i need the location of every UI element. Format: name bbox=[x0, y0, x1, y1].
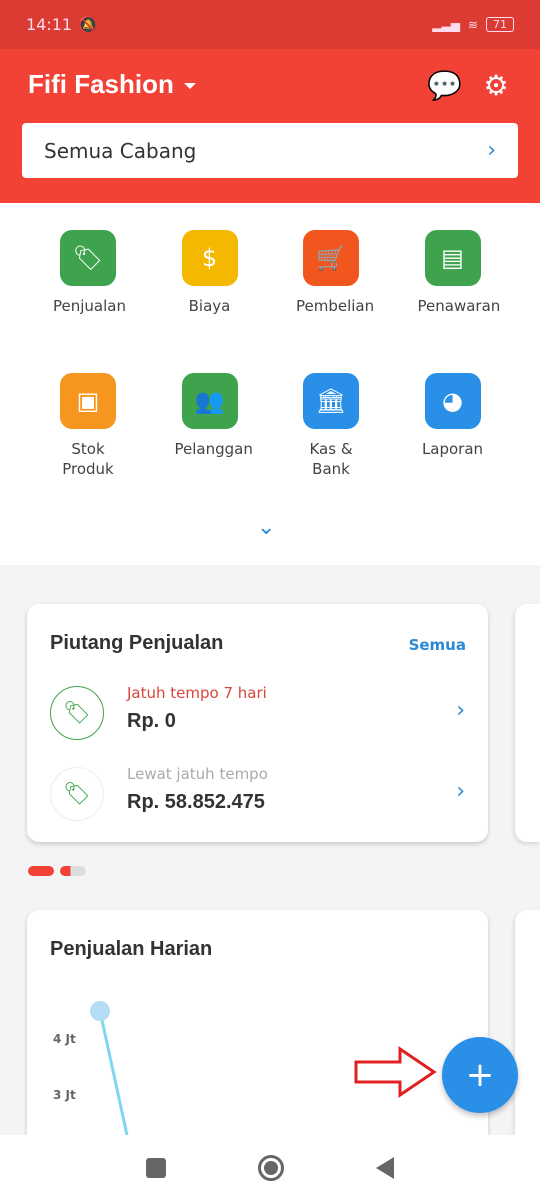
document-rp-icon: ▤ bbox=[424, 230, 481, 286]
branch-selector[interactable]: Semua Cabang › bbox=[22, 123, 518, 178]
gear-icon[interactable]: ⚙ bbox=[481, 71, 511, 101]
chevron-right-icon: › bbox=[487, 138, 496, 163]
menu-item-label: Penawaran bbox=[417, 297, 501, 315]
users-icon: 👥 bbox=[181, 373, 238, 429]
menu-item-label: Kas & Bank bbox=[309, 440, 353, 478]
menu-item-label: Stok Produk bbox=[62, 440, 114, 478]
mute-icon: 🔕 bbox=[78, 15, 99, 34]
menu-item-kas-bank[interactable]: 🏛 Kas & Bank bbox=[271, 373, 391, 479]
sales-line-chart bbox=[90, 1001, 129, 1135]
data-point bbox=[90, 1001, 110, 1021]
menu-item-biaya[interactable]: $ Biaya bbox=[150, 230, 270, 316]
signal-icon: ▂▃▅ bbox=[432, 17, 460, 32]
series-line bbox=[98, 1010, 129, 1135]
status-bar: 14:11 🔕 ▂▃▅ ≋ 71 bbox=[0, 0, 540, 49]
wifi-icon: ≋ bbox=[467, 17, 478, 32]
box-icon: ▣ bbox=[60, 373, 116, 429]
branch-label: Semua Cabang bbox=[44, 138, 197, 163]
menu-item-pembelian[interactable]: 🛒 Pembelian bbox=[271, 230, 391, 316]
menu-item-label: Biaya bbox=[188, 297, 231, 315]
see-all-link[interactable]: Semua bbox=[409, 636, 466, 654]
chevron-right-icon: › bbox=[456, 698, 465, 723]
chevron-down-icon[interactable]: ⌄ bbox=[257, 515, 275, 540]
menu-item-label: Laporan bbox=[421, 440, 484, 458]
chevron-right-icon: › bbox=[456, 779, 465, 804]
page-indicator bbox=[28, 866, 86, 876]
row-value: Rp. 58.852.475 bbox=[127, 791, 265, 813]
arrow-annotation-icon bbox=[354, 1046, 437, 1098]
recents-button[interactable] bbox=[146, 1157, 166, 1178]
menu-item-laporan[interactable]: ◕ Laporan bbox=[393, 373, 513, 459]
home-button[interactable] bbox=[258, 1154, 284, 1181]
daily-sales-card: Penjualan Harian 4 Jt 3 Jt bbox=[27, 910, 488, 1135]
money-bag-icon: $ bbox=[181, 230, 238, 286]
menu-item-penawaran[interactable]: ▤ Penawaran bbox=[393, 230, 513, 316]
list-item[interactable]: 🏷 Jatuh tempo 7 hari Rp. 0 › bbox=[50, 684, 465, 744]
indicator-active bbox=[28, 866, 54, 876]
chat-icon[interactable]: 💬 bbox=[427, 71, 462, 101]
pie-chart-icon: ◕ bbox=[424, 373, 481, 429]
business-selector[interactable]: Fifi Fashion bbox=[28, 69, 196, 100]
menu-grid: 🏷 Penjualan $ Biaya 🛒 Pembelian ▤ Penawaran ▣ Sto… bbox=[0, 203, 540, 565]
app-header: Fifi Fashion 💬 ⚙ Semua Cabang › bbox=[0, 49, 540, 203]
price-tag-icon: 🏷 bbox=[50, 767, 104, 821]
row-value: Rp. 0 bbox=[127, 710, 176, 732]
row-label: Jatuh tempo 7 hari bbox=[127, 684, 267, 702]
row-label: Lewat jatuh tempo bbox=[127, 765, 268, 783]
menu-item-label: Pelanggan bbox=[174, 440, 253, 458]
business-name: Fifi Fashion bbox=[28, 69, 174, 99]
list-item[interactable]: 🏷 Lewat jatuh tempo Rp. 58.852.475 › bbox=[50, 765, 465, 825]
menu-item-pelanggan[interactable]: 👥 Pelanggan bbox=[150, 373, 270, 459]
cart-icon: 🛒 bbox=[303, 230, 359, 286]
clock: 14:11 bbox=[26, 15, 73, 34]
add-button[interactable]: + bbox=[442, 1037, 518, 1113]
menu-item-stok-produk[interactable]: ▣ Stok Produk bbox=[28, 373, 148, 479]
indicator bbox=[60, 866, 86, 876]
menu-item-label: Penjualan bbox=[53, 297, 126, 315]
price-tag-icon: 🏷 bbox=[60, 230, 116, 286]
caret-down-icon bbox=[183, 83, 196, 90]
menu-item-label: Pembelian bbox=[296, 297, 375, 315]
next-card[interactable] bbox=[515, 910, 540, 1135]
bank-icon: 🏛 bbox=[303, 373, 359, 429]
price-tag-icon: 🏷 bbox=[50, 686, 104, 740]
card-title: Piutang Penjualan bbox=[50, 632, 224, 654]
next-card[interactable] bbox=[515, 604, 540, 842]
battery-icon: 71 bbox=[486, 17, 514, 32]
menu-item-penjualan[interactable]: 🏷 Penjualan bbox=[28, 230, 148, 316]
back-button[interactable] bbox=[376, 1156, 394, 1179]
receivables-card: Piutang Penjualan Semua 🏷 Jatuh tempo 7 … bbox=[27, 604, 488, 842]
system-nav-bar bbox=[0, 1135, 540, 1200]
